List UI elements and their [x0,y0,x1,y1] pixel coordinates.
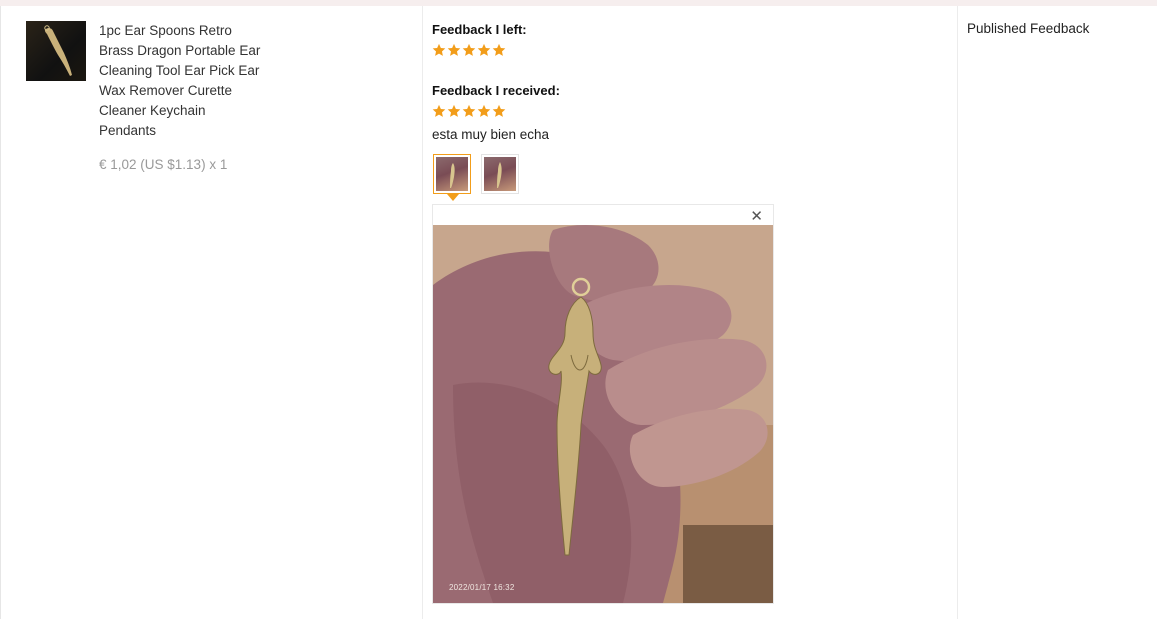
photo-timestamp: 2022/01/17 16:32 [449,583,515,592]
star-icon [477,43,491,56]
star-icon [447,104,461,117]
star-icon [492,43,506,56]
star-icon [447,43,461,56]
feedback-comment: esta muy bien echa [432,127,550,142]
product-title-line: Cleaner Keychain [99,103,206,118]
pendant-mini-image [497,162,502,188]
feedback-received-stars [432,104,506,120]
column-divider [957,6,958,619]
star-icon [462,104,476,117]
star-icon [432,43,446,56]
review-photo-mini [436,157,468,191]
review-photo-thumb-2[interactable] [481,154,519,194]
feedback-received-heading: Feedback I received: [432,83,560,98]
review-photo-large[interactable]: 2022/01/17 16:32 [433,225,773,603]
review-photo-thumb-1[interactable] [433,154,471,194]
feedback-status: Published Feedback [967,21,1090,36]
product-price: € 1,02 (US $1.13) x 1 [99,157,228,172]
feedback-left-heading: Feedback I left: [432,22,527,37]
star-icon [432,104,446,117]
star-icon [477,104,491,117]
review-photo-mini [484,157,516,191]
close-icon[interactable]: ✕ [750,209,763,225]
product-title-line: Pendants [99,123,157,138]
photo-viewer: ✕ 2022/01/17 16:32 [432,204,774,604]
column-divider [422,6,423,619]
star-icon [492,104,506,117]
product-title-line: Cleaning Tool Ear Pick Ear [99,63,260,78]
top-strip [0,0,1157,6]
left-border [0,6,1,619]
product-thumbnail[interactable] [26,21,86,81]
product-pendant-image [44,25,72,77]
feedback-left-stars [432,43,506,59]
product-title-line: 1pc Ear Spoons Retro [99,23,232,38]
product-title[interactable]: 1pc Ear Spoons Retro Brass Dragon Portab… [99,21,279,141]
pendant-mini-image [450,163,455,188]
product-title-line: Brass Dragon Portable Ear [99,43,261,58]
star-icon [462,43,476,56]
selected-photo-pointer [447,194,459,201]
product-title-line: Wax Remover Curette [99,83,233,98]
hand-with-pendant-image [433,225,773,603]
